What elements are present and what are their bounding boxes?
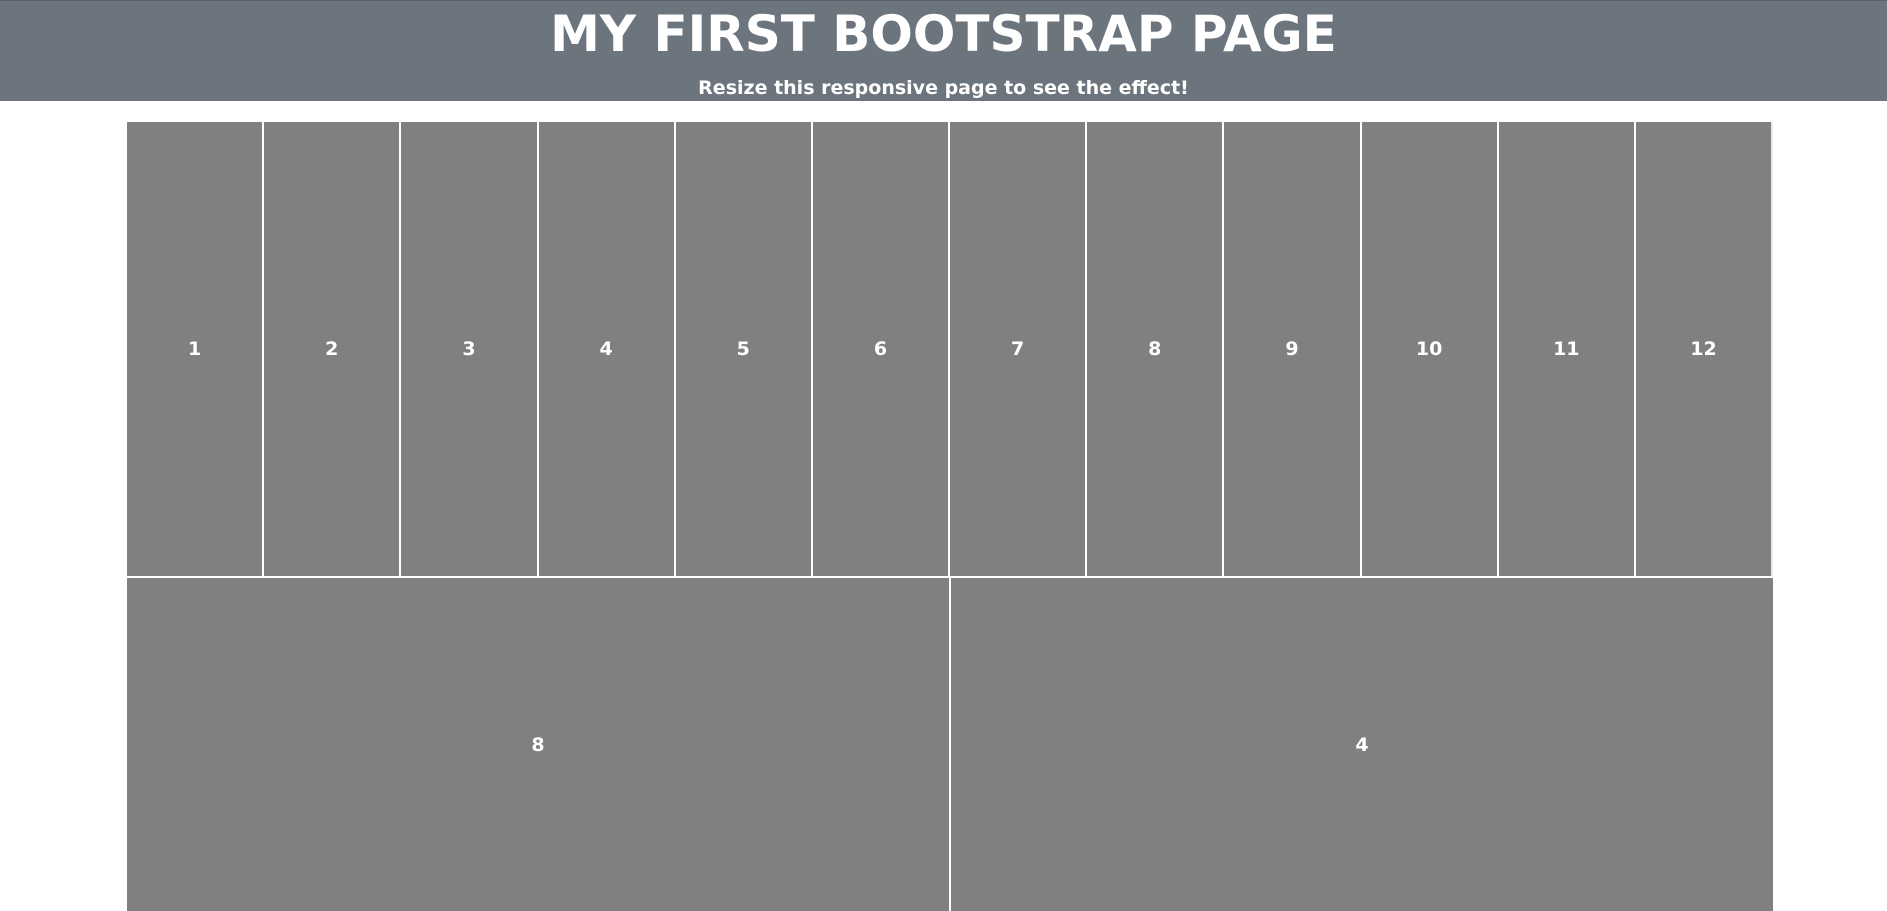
grid-cell: 10 [1361,122,1499,576]
grid-cell: 9 [1224,122,1362,576]
page-subtitle: Resize this responsive page to see the e… [698,77,1189,99]
grid-row-two-columns: 8 4 [127,578,1773,911]
page-title: MY FIRST BOOTSTRAP PAGE [550,5,1337,63]
page-header: MY FIRST BOOTSTRAP PAGE Resize this resp… [0,0,1887,101]
grid-cell: 5 [675,122,813,576]
grid-cell: 8 [1087,122,1225,576]
grid-cell: 1 [127,122,265,576]
grid-cell: 3 [401,122,539,576]
grid-cell: 2 [264,122,402,576]
grid-cell: 6 [812,122,951,576]
grid-cell: 12 [1635,122,1774,576]
grid-cell: 11 [1498,122,1636,576]
grid-cell-wide: 4 [951,578,1773,911]
grid-cell: 7 [950,122,1088,576]
grid-cell: 4 [538,122,676,576]
grid-cell-wide: 8 [127,578,951,911]
grid-row-twelve-columns: 1 2 3 4 5 6 7 8 9 10 11 12 [127,122,1774,576]
